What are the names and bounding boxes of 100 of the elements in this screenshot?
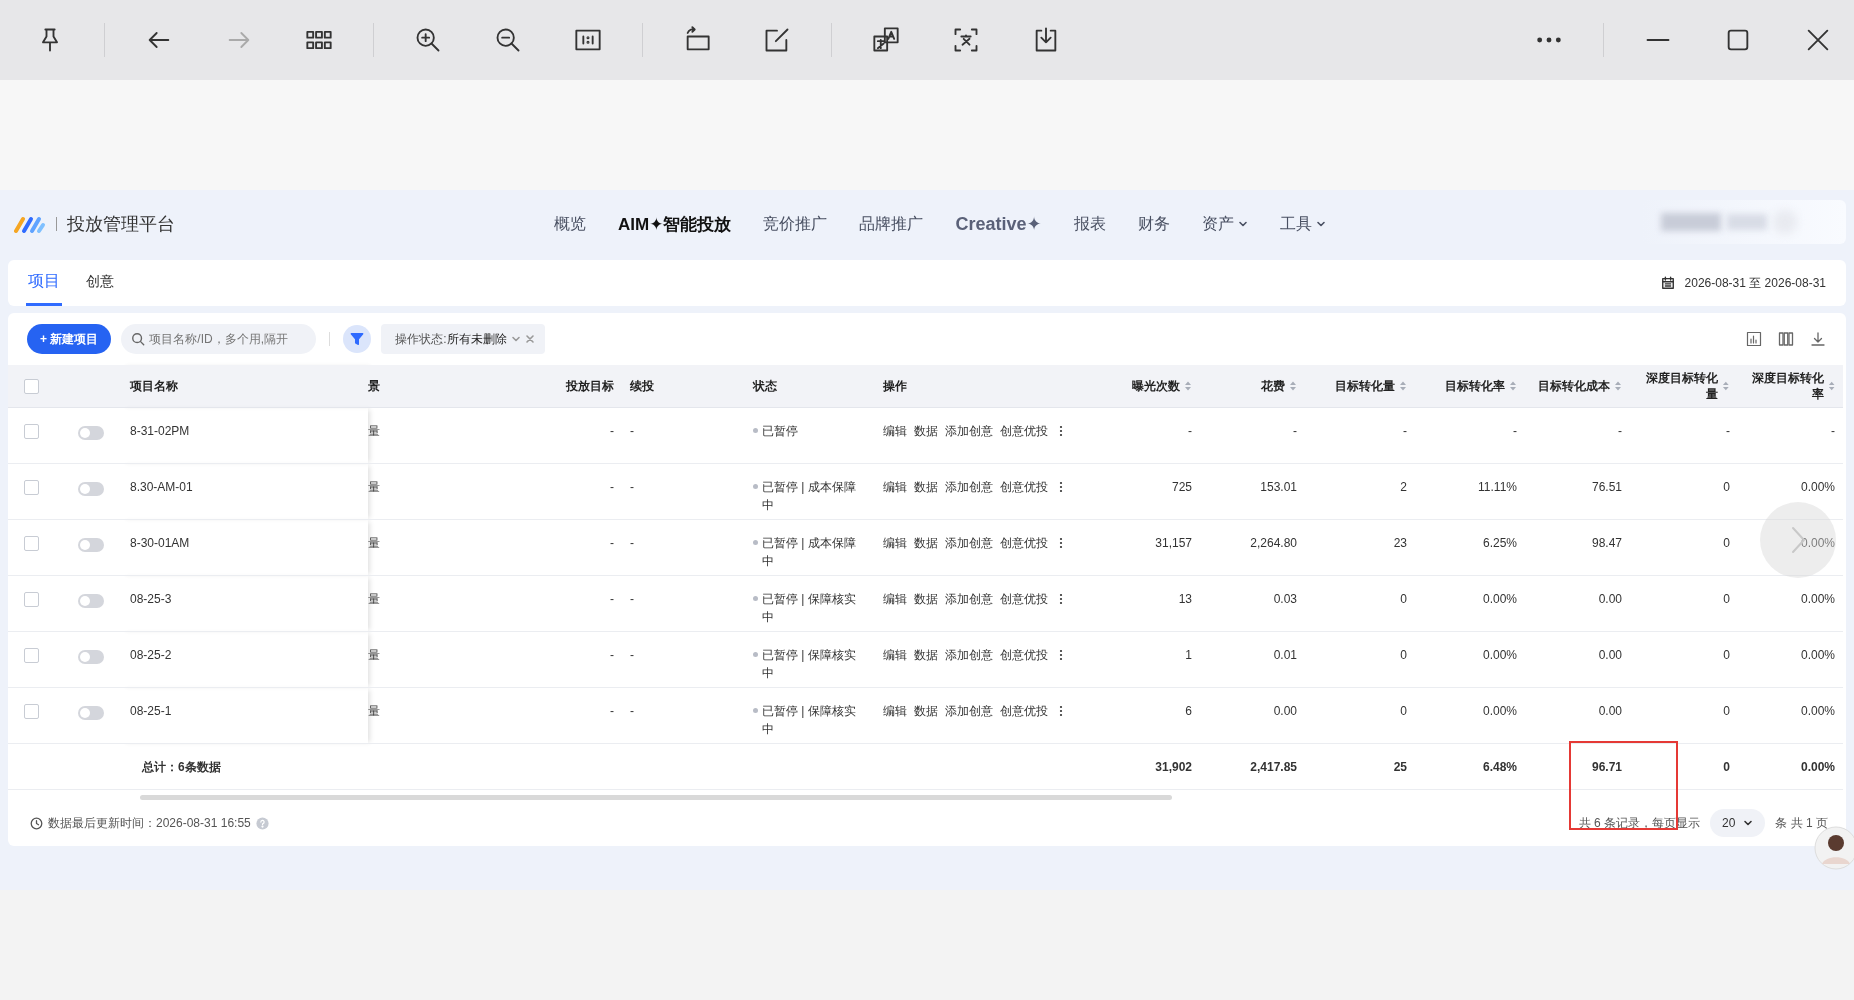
caret-icon[interactable] — [510, 334, 521, 344]
checkbox[interactable] — [24, 378, 39, 394]
zoom-out-icon[interactable] — [494, 26, 522, 54]
checkbox[interactable] — [24, 648, 39, 664]
filter-tag[interactable]: 操作状态:所有未删除 — [381, 324, 545, 354]
zoom-in-icon[interactable] — [414, 26, 442, 54]
translate-icon[interactable] — [872, 26, 900, 54]
table-cell: 量 — [368, 424, 380, 438]
action-link[interactable]: 创意优投 — [1000, 478, 1048, 496]
date-range-text[interactable]: 2026-08-31 至 2026-08-31 — [1684, 274, 1826, 292]
filter-icon — [350, 332, 365, 346]
nav-link[interactable]: 品牌推广 — [859, 213, 924, 235]
action-link[interactable]: 添加创意 — [945, 590, 993, 608]
tab[interactable]: 项目 — [26, 260, 62, 306]
checkbox[interactable] — [24, 536, 39, 552]
project-name: 8.30-AM-01 — [130, 480, 193, 494]
action-link[interactable]: 编辑 — [883, 702, 907, 720]
nav-link[interactable]: 报表 — [1073, 213, 1106, 235]
project-name: 08-25-1 — [130, 704, 172, 718]
table-cell: - — [610, 704, 614, 718]
toggle-switch[interactable] — [78, 649, 104, 664]
nav-link[interactable]: 概览 — [554, 213, 586, 235]
columns-icon[interactable] — [1778, 331, 1794, 347]
nav-link[interactable]: 资产 — [1201, 213, 1234, 235]
status-text: 已暂停 | 保障核实中 — [762, 647, 857, 682]
table-cell: 0.00% — [1800, 648, 1835, 662]
action-link[interactable]: 添加创意 — [945, 478, 993, 496]
column-header: 操作 — [883, 378, 907, 394]
action-link[interactable]: 创意优投 — [1000, 702, 1048, 720]
new-project-button[interactable]: + 新建项目 — [27, 324, 112, 354]
nav-link[interactable]: Creative✦ — [955, 213, 1042, 235]
nav-link[interactable]: 财务 — [1137, 213, 1170, 235]
more-icon[interactable] — [1059, 593, 1063, 605]
toggle-switch[interactable] — [78, 425, 104, 440]
calendar-icon[interactable] — [1660, 276, 1675, 290]
table-cell: 0.03 — [1273, 592, 1297, 606]
chart-icon[interactable] — [1746, 331, 1762, 347]
action-link[interactable]: 数据 — [914, 590, 938, 608]
download-icon[interactable] — [1810, 331, 1826, 347]
text-scan-icon[interactable] — [952, 26, 980, 54]
action-link[interactable]: 编辑 — [883, 478, 907, 496]
table-cell: - — [630, 592, 634, 606]
total-cell: 0 — [1723, 760, 1730, 774]
table-cell: 0.00 — [1598, 648, 1622, 662]
status-dot — [753, 708, 758, 713]
action-link[interactable]: 编辑 — [883, 534, 907, 552]
caret-icon — [1743, 818, 1754, 828]
checkbox[interactable] — [24, 592, 39, 608]
edit-icon[interactable] — [763, 26, 791, 54]
table-cell: - — [1513, 424, 1517, 438]
action-link[interactable]: 添加创意 — [945, 702, 993, 720]
action-link[interactable]: 数据 — [914, 702, 938, 720]
filter-tag-text: 操作状态:所有未删除 — [395, 330, 507, 348]
toggle-switch[interactable] — [78, 705, 104, 720]
more-icon[interactable] — [1059, 705, 1063, 717]
action-link[interactable]: 编辑 — [883, 422, 907, 440]
action-link[interactable]: 添加创意 — [945, 534, 993, 552]
table-cell: 153.01 — [1260, 480, 1297, 494]
action-link[interactable]: 数据 — [914, 534, 938, 552]
filter-button[interactable] — [343, 325, 372, 353]
column-header: 目标转化成本 — [1538, 378, 1610, 394]
more-icon[interactable] — [1059, 649, 1063, 661]
total-label: 总计：6条数据 — [140, 760, 221, 774]
action-link[interactable]: 编辑 — [883, 646, 907, 664]
search-field[interactable]: 项目名称/ID，多个用,隔开 — [121, 324, 317, 354]
more-icon[interactable] — [1059, 481, 1063, 493]
status-dot — [753, 484, 758, 489]
more-icon[interactable] — [1059, 425, 1063, 437]
tab[interactable]: 创意 — [84, 260, 116, 306]
table-cell: 6.25% — [1482, 536, 1517, 550]
action-link[interactable]: 添加创意 — [945, 646, 993, 664]
action-link[interactable]: 创意优投 — [1000, 646, 1048, 664]
action-link[interactable]: 创意优投 — [1000, 590, 1048, 608]
platform-title: 投放管理平台 — [67, 213, 175, 236]
table-cell: 31,157 — [1155, 536, 1192, 550]
checkbox[interactable] — [24, 704, 39, 720]
page-count: 条 共 1 页 — [1775, 814, 1828, 832]
table-cell: 0 — [1723, 704, 1730, 718]
checkbox[interactable] — [24, 480, 39, 496]
table-cell: 0 — [1400, 704, 1407, 718]
nav-link[interactable]: 竞价推广 — [763, 213, 828, 235]
checkbox[interactable] — [24, 424, 39, 440]
action-link[interactable]: 数据 — [914, 422, 938, 440]
table-cell: 13 — [1178, 592, 1192, 606]
toggle-switch[interactable] — [78, 593, 104, 608]
status-dot — [753, 428, 758, 433]
action-link[interactable]: 数据 — [914, 478, 938, 496]
action-link[interactable]: 创意优投 — [1000, 534, 1048, 552]
toggle-switch[interactable] — [78, 481, 104, 496]
action-link[interactable]: 创意优投 — [1000, 422, 1048, 440]
nav-link[interactable]: 工具 — [1279, 213, 1312, 235]
horizontal-scrollbar[interactable] — [140, 794, 1172, 800]
table-cell: 0 — [1400, 648, 1407, 662]
action-link[interactable]: 编辑 — [883, 590, 907, 608]
action-link[interactable]: 添加创意 — [945, 422, 993, 440]
more-icon[interactable] — [1059, 537, 1063, 549]
nav-link[interactable]: AIM✦智能投放 — [618, 212, 732, 236]
page-size-select[interactable]: 20 — [1709, 809, 1766, 837]
action-link[interactable]: 数据 — [914, 646, 938, 664]
toggle-switch[interactable] — [78, 537, 104, 552]
